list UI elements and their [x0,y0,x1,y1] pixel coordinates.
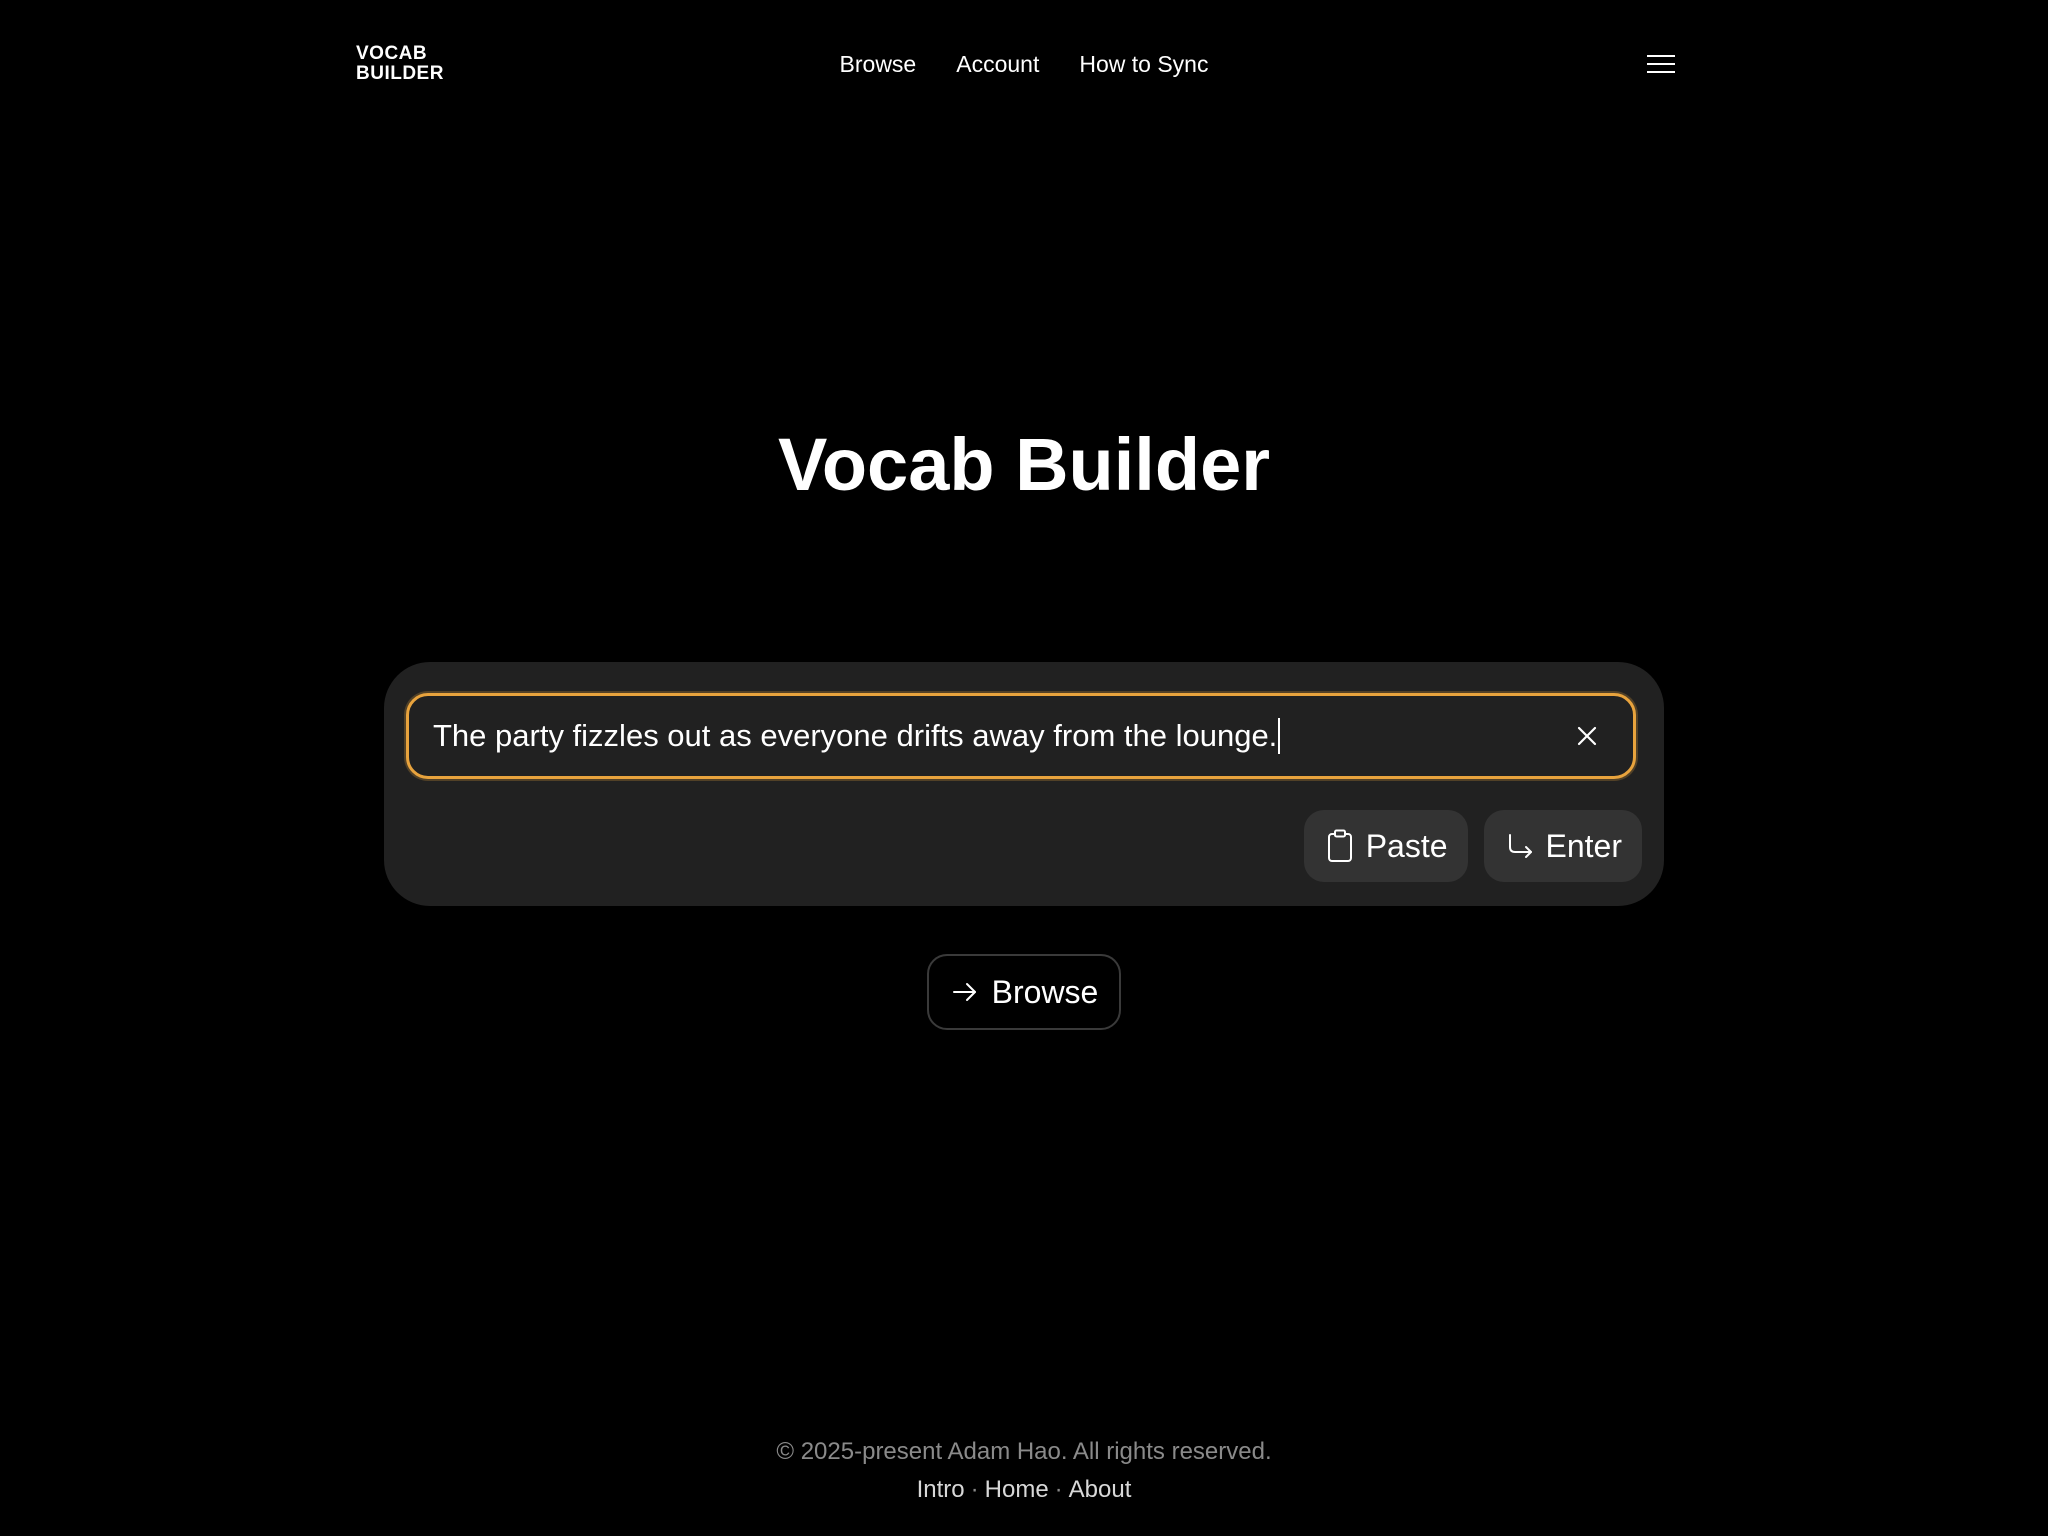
footer-separator: · [970,1476,979,1503]
footer-home-link[interactable]: Home [985,1476,1049,1503]
browse-button-label: Browse [991,974,1099,1010]
nav-browse-link[interactable]: Browse [840,50,917,78]
clipboard-icon [1324,828,1356,864]
site-header: VOCAB BUILDER Browse Account How to Sync [0,0,2048,130]
footer-links: Intro · Home · About [0,1474,2048,1506]
sentence-input-text[interactable]: The party fizzles out as everyone drifts… [433,696,1281,776]
close-icon[interactable] [1571,720,1603,752]
footer-about-link[interactable]: About [1069,1476,1132,1503]
arrow-right-icon [950,977,980,1007]
return-arrow-icon [1504,828,1536,864]
site-footer: © 2025-present Adam Hao. All rights rese… [0,1436,2048,1506]
footer-intro-link[interactable]: Intro [917,1476,965,1503]
sentence-input[interactable]: The party fizzles out as everyone drifts… [406,693,1636,779]
nav-account-link[interactable]: Account [956,50,1039,78]
sentence-input-card: The party fizzles out as everyone drifts… [384,662,1664,906]
main-nav: Browse Account How to Sync [0,50,2048,78]
browse-button[interactable]: Browse [927,954,1121,1030]
paste-button[interactable]: Paste [1303,810,1468,882]
sentence-input-value: The party fizzles out as everyone drifts… [433,718,1278,753]
page-title: Vocab Builder [777,423,1271,506]
text-caret [1278,717,1281,754]
copyright-text: © 2025-present Adam Hao. All rights rese… [776,1438,1272,1465]
nav-how-to-sync-link[interactable]: How to Sync [1079,50,1208,78]
footer-separator: · [1054,1476,1063,1503]
paste-button-label: Paste [1365,828,1448,864]
enter-button[interactable]: Enter [1483,810,1642,882]
input-actions: Paste Enter [1303,810,1642,882]
hamburger-menu-icon[interactable] [1646,50,1676,78]
enter-button-label: Enter [1545,828,1622,864]
